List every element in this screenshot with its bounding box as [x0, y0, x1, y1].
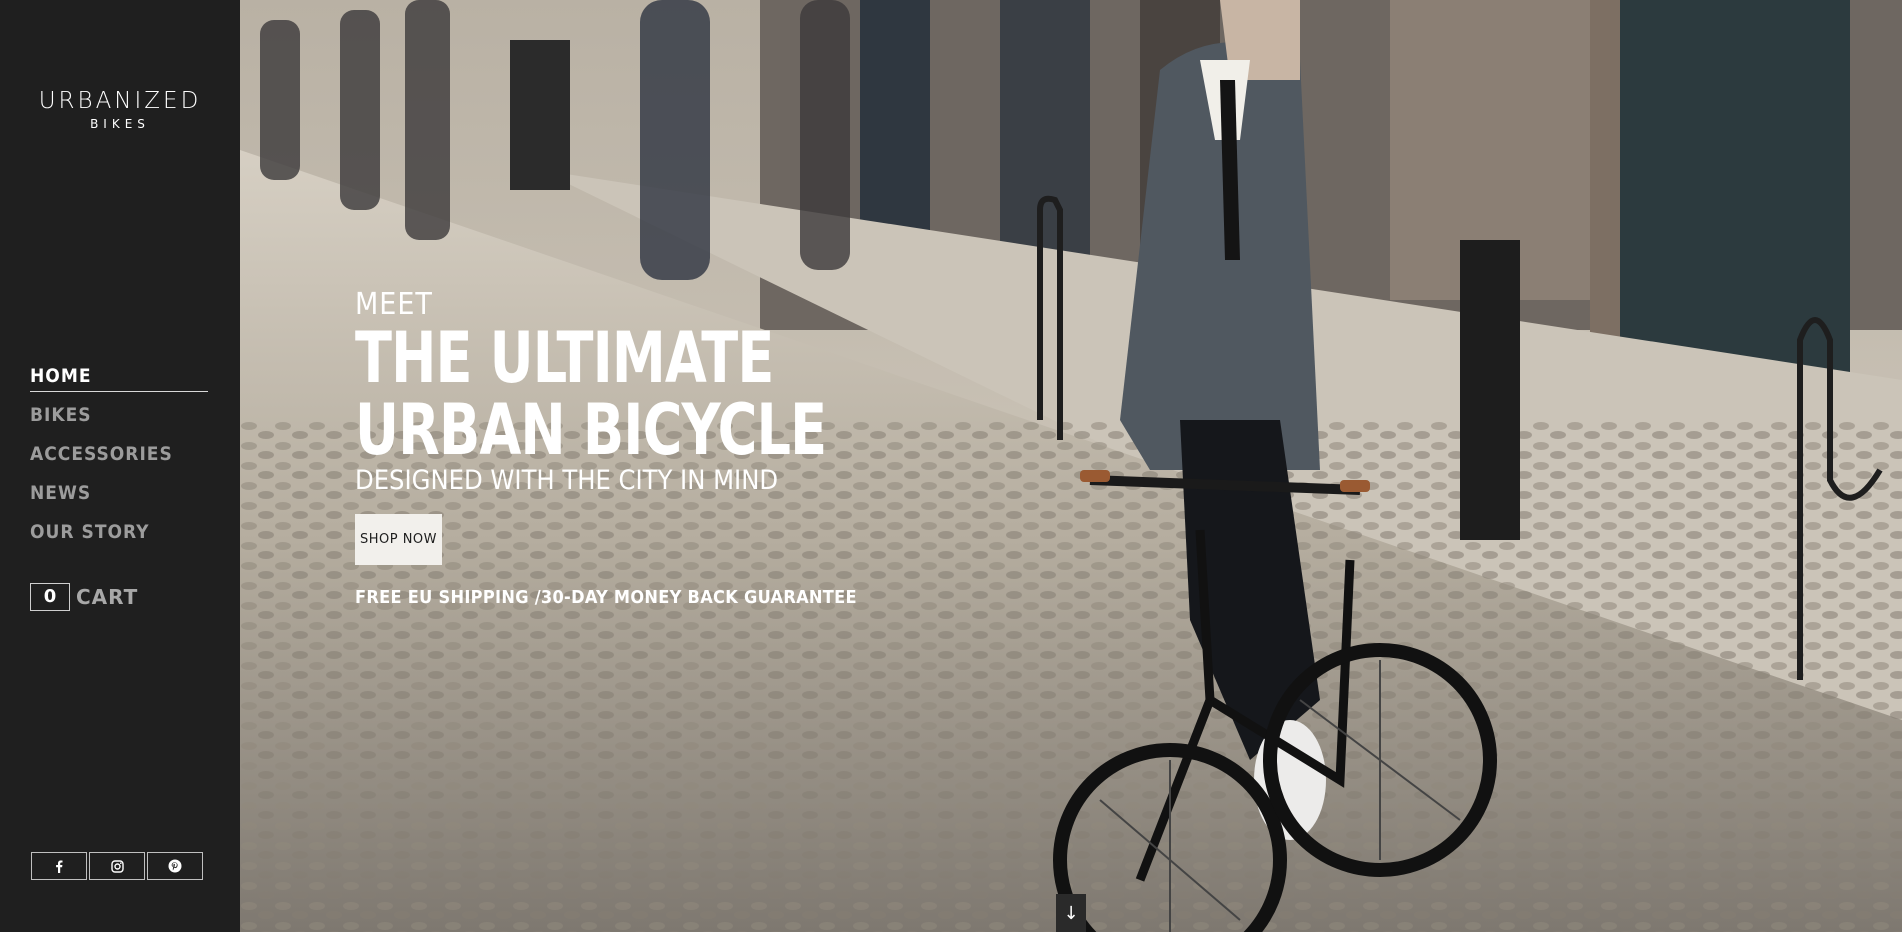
nav-item-our-story[interactable]: OUR STORY — [30, 518, 210, 557]
hero-headline: THE ULTIMATE URBAN BICYCLE — [355, 317, 827, 471]
instagram-button[interactable] — [89, 852, 145, 880]
sidebar: URBANIZED BIKES HOME BIKES ACCESSORIES N… — [0, 0, 240, 932]
nav-item-accessories[interactable]: ACCESSORIES — [30, 440, 210, 479]
main-nav: HOME BIKES ACCESSORIES NEWS OUR STORY — [30, 362, 210, 557]
active-underline — [30, 391, 208, 392]
facebook-icon — [55, 860, 63, 873]
shipping-note: FREE EU SHIPPING /30-DAY MONEY BACK GUAR… — [355, 587, 857, 608]
nav-item-label: HOME — [30, 365, 92, 387]
nav-item-home[interactable]: HOME — [30, 362, 210, 401]
nav-item-label: OUR STORY — [30, 521, 150, 543]
social-links — [31, 852, 203, 880]
scroll-down-button[interactable]: ↓ — [1056, 894, 1086, 932]
brand-name: URBANIZED — [38, 88, 202, 114]
hero-content: MEET THE ULTIMATE URBAN BICYCLE DESIGNED… — [355, 288, 903, 608]
nav-item-label: ACCESSORIES — [30, 443, 173, 465]
nav-item-bikes[interactable]: BIKES — [30, 401, 210, 440]
hero-headline-line1: THE ULTIMATE — [355, 317, 774, 399]
pinterest-button[interactable] — [147, 852, 203, 880]
hero-headline-line2: URBAN BICYCLE — [355, 389, 827, 471]
pinterest-icon — [168, 859, 182, 873]
cart-label: CART — [76, 585, 139, 609]
facebook-button[interactable] — [31, 852, 87, 880]
nav-item-label: BIKES — [30, 404, 92, 426]
cart-link[interactable]: 0 CART — [30, 583, 138, 611]
brand-sub: BIKES — [90, 117, 150, 131]
nav-item-news[interactable]: NEWS — [30, 479, 210, 518]
nav-item-label: NEWS — [30, 482, 92, 504]
brand-logo[interactable]: URBANIZED BIKES — [34, 88, 206, 132]
arrow-down-icon: ↓ — [1063, 902, 1079, 924]
hero-banner: MEET THE ULTIMATE URBAN BICYCLE DESIGNED… — [240, 0, 1902, 932]
cart-count-badge: 0 — [30, 583, 70, 611]
instagram-icon — [110, 859, 124, 873]
shop-now-button[interactable]: SHOP NOW — [355, 514, 442, 565]
